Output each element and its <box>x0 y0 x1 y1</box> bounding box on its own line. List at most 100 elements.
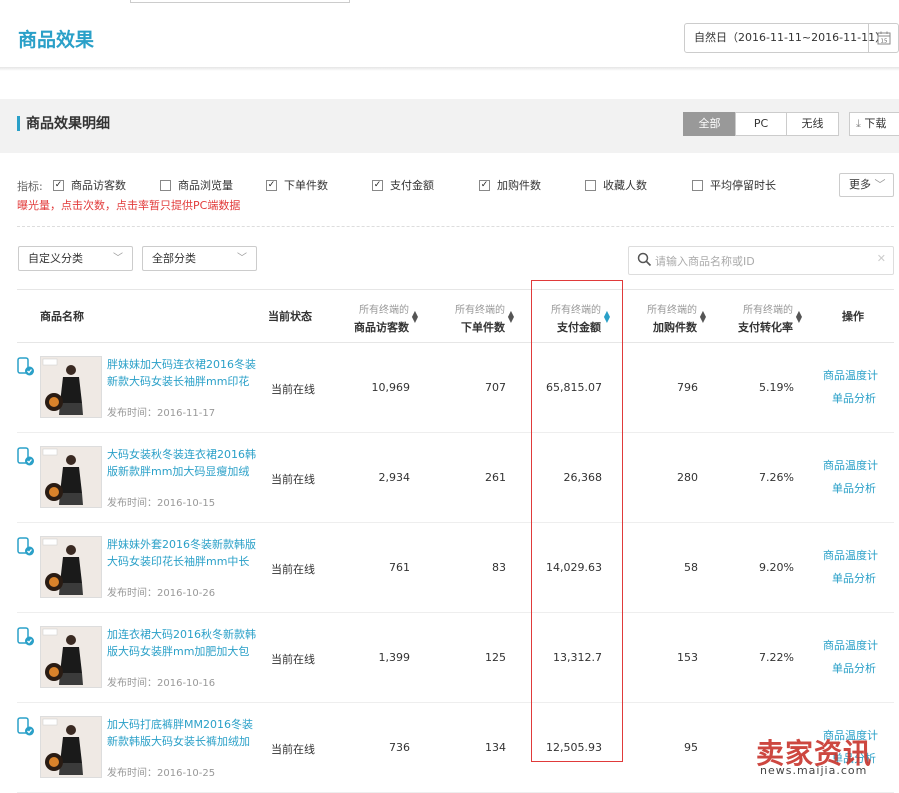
cell-conversion: 9.20% <box>759 561 794 574</box>
item-analysis-link[interactable]: 单品分析 <box>832 570 876 586</box>
mobile-device-icon <box>17 627 34 646</box>
cell-cart: 95 <box>684 741 698 754</box>
section-header: 商品效果明细 全部 PC 无线 ⤓ 下载 <box>0 99 899 153</box>
top-tab-strip <box>0 0 899 4</box>
header-product-name: 商品名称 <box>40 310 84 323</box>
temperature-link[interactable]: 商品温度计 <box>823 637 878 653</box>
header-cart[interactable]: 所有终端的 加购件数 ▲ ▼ <box>625 290 706 344</box>
product-search[interactable]: ✕ <box>628 246 894 275</box>
chevron-down-icon: ﹀ <box>237 253 247 264</box>
sort-icon[interactable]: ▲ ▼ <box>699 310 707 324</box>
tab-all[interactable]: 全部 <box>683 112 736 136</box>
product-thumbnail[interactable] <box>40 626 102 688</box>
cell-orders: 134 <box>485 741 506 754</box>
clear-icon[interactable]: ✕ <box>877 252 886 265</box>
publish-time: 发布时间：2016-10-16 <box>107 678 216 689</box>
cell-visitors: 10,969 <box>371 381 411 394</box>
cell-payment: 14,029.63 <box>546 561 602 574</box>
header-visitors[interactable]: 所有终端的 商品访客数 ▲ ▼ <box>337 290 418 344</box>
tab-pc[interactable]: PC <box>735 112 787 136</box>
top-tab[interactable] <box>130 0 350 3</box>
cell-conversion: 7.22% <box>759 651 794 664</box>
sort-icon[interactable]: ▲ ▼ <box>411 310 419 324</box>
cell-visitors: 761 <box>389 561 410 574</box>
header-status: 当前状态 <box>268 310 312 323</box>
cell-orders: 125 <box>485 651 506 664</box>
download-button[interactable]: ⤓ 下载 <box>849 112 899 136</box>
cell-cart: 58 <box>684 561 698 574</box>
item-analysis-link[interactable]: 单品分析 <box>832 390 876 406</box>
cell-cart: 153 <box>677 651 698 664</box>
publish-time: 发布时间：2016-10-26 <box>107 588 216 599</box>
metric-checkbox-payment[interactable]: ✓ 支付金额 <box>372 179 434 193</box>
sort-icon[interactable]: ▲ ▼ <box>795 310 803 324</box>
checkbox-checked-icon: ✓ <box>266 180 277 191</box>
header-conversion[interactable]: 所有终端的 支付转化率 ▲ ▼ <box>721 290 802 344</box>
product-name-link[interactable]: 加大码打底裤胖MM2016冬装新款韩版大码女装长裤加绒加厚外穿 <box>107 716 259 750</box>
table-row: 胖妹妹外套2016冬装新款韩版大码女装印花长袖胖mm中长款毛呢发布时间：2016… <box>17 523 894 613</box>
search-input[interactable] <box>655 251 875 271</box>
download-icon: ⤓ <box>856 117 861 130</box>
section-accent-bar <box>17 116 20 131</box>
temperature-link[interactable]: 商品温度计 <box>823 457 878 473</box>
checkbox-checked-icon: ✓ <box>53 180 64 191</box>
publish-time: 发布时间：2016-11-17 <box>107 408 216 419</box>
table-row: 加连衣裙大码2016秋冬新款韩版大码女装胖mm加肥加大包臀打底发布时间：2016… <box>17 613 894 703</box>
item-analysis-link[interactable]: 单品分析 <box>832 480 876 496</box>
product-status: 当前在线 <box>271 653 315 666</box>
sort-desc-icon[interactable]: ▲ ▼ <box>603 310 611 324</box>
cell-payment: 65,815.07 <box>546 381 602 394</box>
publish-time: 发布时间：2016-10-25 <box>107 768 216 779</box>
product-name-link[interactable]: 胖妹妹外套2016冬装新款韩版大码女装印花长袖胖mm中长款毛呢 <box>107 536 259 570</box>
metric-checkbox-visitors[interactable]: ✓ 商品访客数 <box>53 179 126 193</box>
calendar-icon[interactable]: 15 <box>868 24 898 52</box>
checkbox-checked-icon: ✓ <box>372 180 383 191</box>
item-analysis-link[interactable]: 单品分析 <box>832 660 876 676</box>
tab-wireless[interactable]: 无线 <box>786 112 839 136</box>
metric-checkbox-avg-stay[interactable]: 平均停留时长 <box>692 179 776 193</box>
metric-checkbox-pageviews[interactable]: 商品浏览量 <box>160 179 233 193</box>
section-title: 商品效果明细 <box>26 116 110 132</box>
product-name-link[interactable]: 加连衣裙大码2016秋冬新款韩版大码女装胖mm加肥加大包臀打底 <box>107 626 259 660</box>
product-name-link[interactable]: 大码女装秋冬装连衣裙2016韩版新款胖mm加大码显瘦加绒加厚打 <box>107 446 259 480</box>
mobile-device-icon <box>17 447 34 466</box>
product-thumbnail[interactable] <box>40 356 102 418</box>
cell-orders: 83 <box>492 561 506 574</box>
search-icon <box>637 252 652 267</box>
temperature-link[interactable]: 商品温度计 <box>823 367 878 383</box>
watermark-url: news.maijia.com <box>760 764 868 777</box>
date-range-label: 自然日（2016-11-11~2016-11-11） <box>694 31 887 44</box>
more-metrics-button[interactable]: 更多 ﹀ <box>839 173 894 197</box>
all-category-select[interactable]: 全部分类 ﹀ <box>142 246 257 271</box>
product-thumbnail[interactable] <box>40 446 102 508</box>
temperature-link[interactable]: 商品温度计 <box>823 547 878 563</box>
product-name-link[interactable]: 胖妹妹加大码连衣裙2016冬装新款大码女装长袖胖mm印花加绒打 <box>107 356 259 390</box>
cell-payment: 13,312.7 <box>553 651 602 664</box>
calendar-day: 15 <box>880 39 887 45</box>
table-row: 胖妹妹加大码连衣裙2016冬装新款大码女装长袖胖mm印花加绒打发布时间：2016… <box>17 343 894 433</box>
table-row: 大码女装秋冬装连衣裙2016韩版新款胖mm加大码显瘦加绒加厚打发布时间：2016… <box>17 433 894 523</box>
product-status: 当前在线 <box>271 473 315 486</box>
cell-visitors: 2,934 <box>378 471 411 484</box>
product-thumbnail[interactable] <box>40 716 102 778</box>
cell-orders: 707 <box>485 381 506 394</box>
metric-checkbox-orders[interactable]: ✓ 下单件数 <box>266 179 328 193</box>
chevron-down-icon: ﹀ <box>113 253 123 264</box>
cell-payment: 26,368 <box>563 471 603 484</box>
metrics-note: 曝光量，点击次数，点击率暂只提供PC端数据 <box>17 199 241 212</box>
date-range-picker[interactable]: 自然日（2016-11-11~2016-11-11） 15 <box>684 23 899 53</box>
metric-checkbox-favorites[interactable]: 收藏人数 <box>585 179 647 193</box>
header-orders[interactable]: 所有终端的 下单件数 ▲ ▼ <box>433 290 514 344</box>
product-thumbnail[interactable] <box>40 536 102 598</box>
checkbox-empty-icon <box>692 180 703 191</box>
divider <box>17 226 894 227</box>
cell-cart: 280 <box>677 471 698 484</box>
metric-checkbox-cart[interactable]: ✓ 加购件数 <box>479 179 541 193</box>
header-payment[interactable]: 所有终端的 支付金额 ▲ ▼ <box>529 290 610 344</box>
product-status: 当前在线 <box>271 563 315 576</box>
custom-category-select[interactable]: 自定义分类 ﹀ <box>18 246 133 271</box>
sort-icon[interactable]: ▲ ▼ <box>507 310 515 324</box>
product-status: 当前在线 <box>271 383 315 396</box>
header-actions: 操作 <box>842 310 864 323</box>
publish-time: 发布时间：2016-10-15 <box>107 498 216 509</box>
